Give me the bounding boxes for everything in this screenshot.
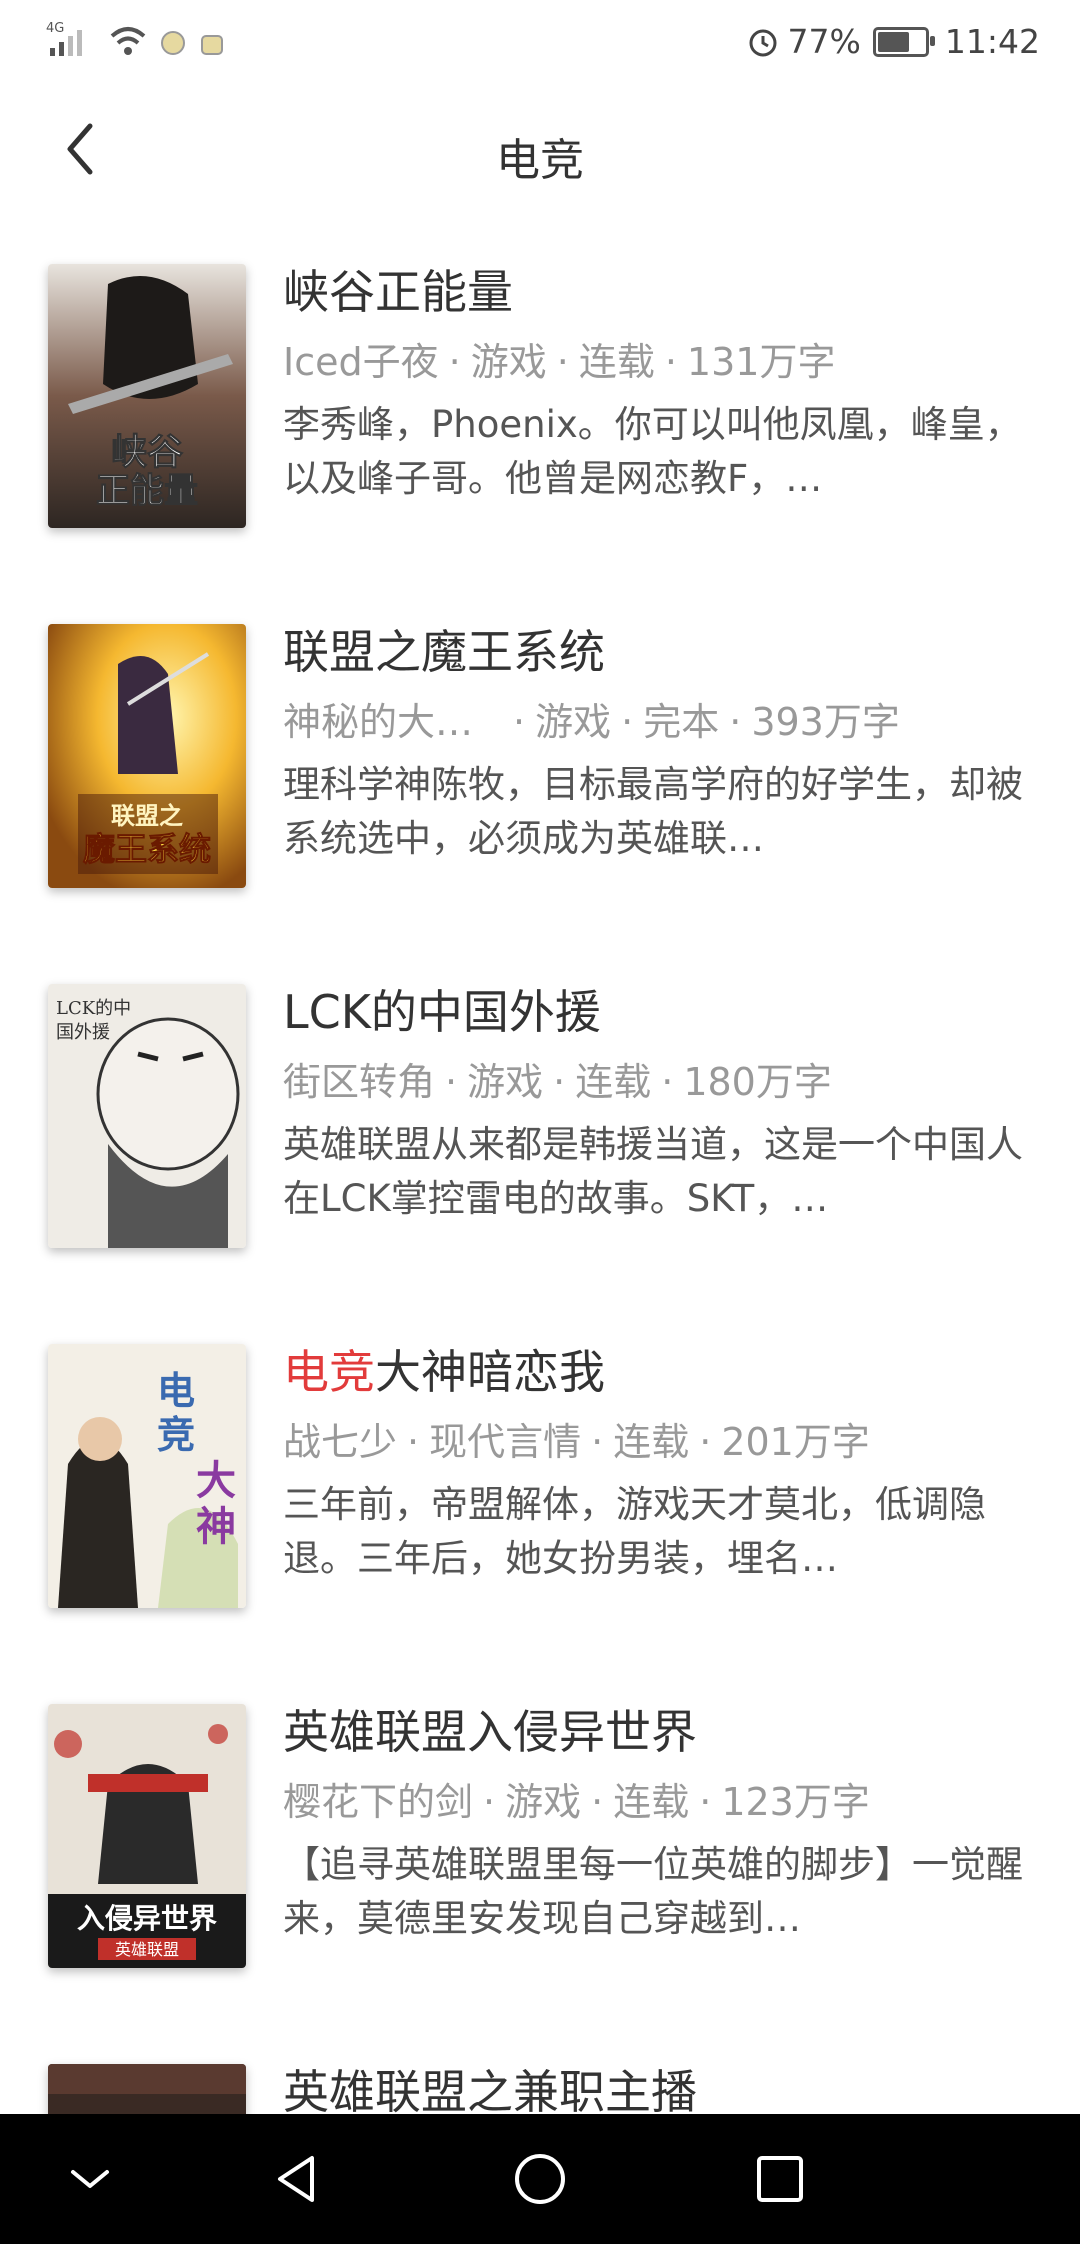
book-item[interactable]: 联盟之 魔王系统 联盟之魔王系统 神秘的大… · 游戏 · 完本 · 393万字 理科学神陈… bbox=[0, 574, 1080, 888]
book-list: 峡谷 正能量 峡谷正能量 Iced子夜 · 游戏 · 连载 · 131万字 李秀峰，Phoe… bbox=[0, 214, 1080, 2114]
book-title: 英雄联盟入侵异世界 bbox=[283, 1705, 697, 1759]
svg-text:正能量: 正能量 bbox=[96, 471, 198, 511]
book-title: 英雄联盟之兼职主播 bbox=[283, 2065, 697, 2114]
triangle-back-icon[interactable] bbox=[264, 2144, 334, 2214]
book-cover: 联盟之 魔王系统 bbox=[48, 624, 246, 888]
status-right: 77% 11:42 bbox=[746, 22, 1040, 61]
book-item[interactable]: 英雄联盟之兼职主播 bbox=[0, 2014, 1080, 2114]
system-nav-bar bbox=[0, 2114, 1080, 2244]
book-category: 游戏 bbox=[505, 1780, 582, 1824]
book-words: 393万字 bbox=[751, 700, 900, 744]
book-description: 英雄联盟从来都是韩援当道，这是一个中国人在LCK掌控雷电的故事。SKT，… bbox=[283, 1123, 1023, 1220]
book-item[interactable]: 电 竞 大 神 电竞大神暗恋我 战七少 · 现代言情 · 连载 · 201万字 三年前，帝盟… bbox=[0, 1294, 1080, 1608]
svg-text:神: 神 bbox=[196, 1503, 236, 1550]
book-author: Iced子夜 bbox=[283, 340, 439, 384]
book-category: 游戏 bbox=[535, 700, 612, 744]
book-words: 180万字 bbox=[683, 1060, 832, 1104]
svg-text:电: 电 bbox=[157, 1368, 195, 1413]
book-cover bbox=[48, 2064, 246, 2114]
book-info: LCK的中国外援 街区转角 · 游戏 · 连载 · 180万字 英雄联盟从来都是韩援当道，这… bbox=[283, 984, 1043, 1226]
book-info: 英雄联盟入侵异世界 樱花下的剑 · 游戏 · 连载 · 123万字 【追寻英雄联盟里每一位英… bbox=[283, 1704, 1043, 1946]
app-header: 电竞 bbox=[0, 84, 1080, 214]
circle-home-icon[interactable] bbox=[505, 2144, 575, 2214]
chevron-down-icon[interactable] bbox=[55, 2144, 125, 2214]
book-category: 游戏 bbox=[467, 1060, 544, 1104]
book-description: 李秀峰，Phoenix。你可以叫他凤凰，峰皇，以及峰子哥。他曾是网恋教F，… bbox=[283, 403, 1022, 500]
book-words: 131万字 bbox=[686, 340, 836, 384]
book-description: 【追寻英雄联盟里每一位英雄的脚步】一觉醒来，莫德里安发现自己穿越到… bbox=[283, 1843, 1023, 1940]
book-category: 现代言情 bbox=[429, 1420, 582, 1464]
svg-text:英雄联盟: 英雄联盟 bbox=[115, 1940, 179, 1959]
svg-text:入侵异世界: 入侵异世界 bbox=[77, 1902, 217, 1935]
book-status: 连载 bbox=[575, 1060, 652, 1104]
book-meta: 樱花下的剑 · 游戏 · 连载 · 123万字 bbox=[283, 1780, 870, 1824]
book-meta: 战七少 · 现代言情 · 连载 · 201万字 bbox=[283, 1420, 870, 1464]
signal-icon: 4G bbox=[46, 21, 82, 56]
clock: 11:42 bbox=[944, 22, 1040, 61]
book-cover: LCK的中 国外援 bbox=[48, 984, 246, 1248]
book-status: 连载 bbox=[578, 340, 655, 384]
book-title: 联盟之魔王系统 bbox=[283, 625, 605, 679]
book-info: 电竞大神暗恋我 战七少 · 现代言情 · 连载 · 201万字 三年前，帝盟解体，游戏天才莫… bbox=[283, 1344, 1043, 1586]
book-author: 街区转角 bbox=[283, 1060, 436, 1104]
svg-text:峡谷: 峡谷 bbox=[111, 432, 183, 473]
book-words: 201万字 bbox=[721, 1420, 870, 1464]
svg-text:魔王系统: 魔王系统 bbox=[83, 830, 211, 868]
book-item[interactable]: 入侵异世界 英雄联盟 英雄联盟入侵异世界 樱花下的剑 · 游戏 · 连载 · 123万字 【… bbox=[0, 1654, 1080, 1968]
robot-notification-icon bbox=[201, 35, 223, 55]
svg-text:竞: 竞 bbox=[157, 1412, 195, 1457]
svg-text:联盟之: 联盟之 bbox=[111, 802, 183, 830]
book-author: 神秘的大… bbox=[283, 700, 474, 744]
battery-icon bbox=[872, 26, 935, 57]
book-status: 完本 bbox=[643, 700, 720, 744]
book-description: 理科学神陈牧，目标最高学府的好学生，却被系统选中，必须成为英雄联… bbox=[283, 763, 1023, 860]
book-cover: 入侵异世界 英雄联盟 bbox=[48, 1704, 246, 1968]
book-title: 电竞大神暗恋我 bbox=[283, 1345, 605, 1399]
alarm-icon bbox=[749, 29, 777, 56]
book-meta: Iced子夜 · 游戏 · 连载 · 131万字 bbox=[283, 340, 836, 384]
network-label: 4G bbox=[46, 21, 64, 36]
status-bar: 4G 77% 11:42 bbox=[0, 0, 1080, 84]
svg-text:LCK的中: LCK的中 bbox=[56, 998, 131, 1019]
app-notification-icon bbox=[161, 31, 185, 55]
svg-text:大: 大 bbox=[196, 1457, 236, 1504]
book-description: 三年前，帝盟解体，游戏天才莫北，低调隐退。三年后，她女扮男装，埋名… bbox=[283, 1483, 986, 1580]
book-item[interactable]: LCK的中 国外援 LCK的中国外援 街区转角 · 游戏 · 连载 · 180万字 英雄联盟… bbox=[0, 934, 1080, 1248]
book-words: 123万字 bbox=[721, 1780, 870, 1824]
book-author: 樱花下的剑 bbox=[283, 1780, 474, 1824]
book-cover: 峡谷 正能量 bbox=[48, 264, 246, 528]
page-title: 电竞 bbox=[496, 135, 584, 186]
wifi-icon bbox=[110, 27, 146, 55]
book-status: 连载 bbox=[613, 1780, 690, 1824]
book-meta: 街区转角 · 游戏 · 连载 · 180万字 bbox=[283, 1060, 832, 1104]
book-title: 峡谷正能量 bbox=[283, 265, 513, 319]
square-recents-icon[interactable] bbox=[745, 2144, 815, 2214]
book-cover: 电 竞 大 神 bbox=[48, 1344, 246, 1608]
status-left: 4G bbox=[46, 20, 226, 58]
book-item[interactable]: 峡谷 正能量 峡谷正能量 Iced子夜 · 游戏 · 连载 · 131万字 李秀峰，Phoe… bbox=[0, 214, 1080, 528]
svg-text:国外援: 国外援 bbox=[56, 1022, 110, 1043]
book-meta: 神秘的大… · 游戏 · 完本 · 393万字 bbox=[283, 700, 900, 744]
book-info: 联盟之魔王系统 神秘的大… · 游戏 · 完本 · 393万字 理科学神陈牧，目标最高学府的… bbox=[283, 624, 1043, 866]
book-info: 英雄联盟之兼职主播 bbox=[283, 2064, 1043, 2114]
battery-percent: 77% bbox=[787, 22, 861, 61]
book-title: LCK的中国外援 bbox=[283, 985, 601, 1039]
book-info: 峡谷正能量 Iced子夜 · 游戏 · 连载 · 131万字 李秀峰，Phoenix。你可以… bbox=[283, 264, 1043, 506]
book-status: 连载 bbox=[613, 1420, 690, 1464]
book-category: 游戏 bbox=[470, 340, 547, 384]
book-author: 战七少 bbox=[283, 1420, 398, 1464]
title-keyword-highlight: 电竞 bbox=[283, 1345, 375, 1399]
